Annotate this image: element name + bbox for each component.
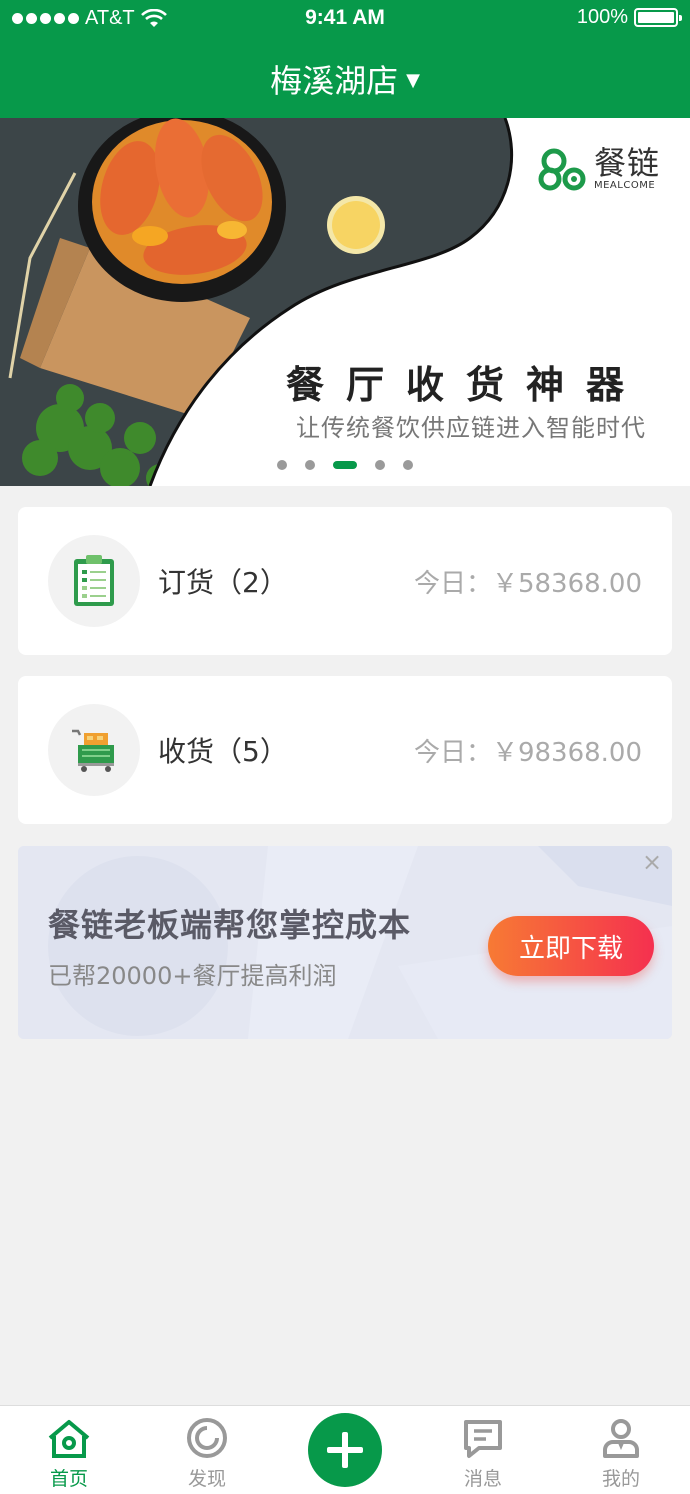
- close-icon[interactable]: ×: [638, 848, 666, 876]
- cart-icon: [72, 729, 114, 772]
- carousel-dot[interactable]: [277, 460, 287, 470]
- order-icon-wrapper: [48, 535, 140, 627]
- banner-carousel[interactable]: 餐链 MEALCOME 餐厅收货神器 让传统餐饮供应链进入智能时代: [0, 118, 690, 486]
- add-button[interactable]: [308, 1413, 382, 1487]
- promo-banner[interactable]: 餐链老板端帮您掌控成本 已帮20000+餐厅提高利润 立即下载 ×: [18, 846, 672, 1039]
- battery-icon: [634, 8, 682, 27]
- mealcome-logo-icon: [538, 148, 586, 190]
- status-right: 100%: [576, 6, 682, 29]
- tab-profile[interactable]: 我的: [552, 1406, 690, 1494]
- message-icon: [464, 1420, 502, 1458]
- receive-card[interactable]: 收货（5） 今日：￥98368.00: [18, 676, 672, 824]
- order-label: 订货（2）: [158, 566, 288, 599]
- receive-icon-wrapper: [48, 704, 140, 796]
- dropdown-arrow-icon: ▼: [406, 70, 420, 91]
- brand-name-cn: 餐链: [593, 144, 660, 182]
- plus-icon: [327, 1432, 363, 1468]
- carousel-dot[interactable]: [403, 460, 413, 470]
- carousel-dot[interactable]: [375, 460, 385, 470]
- store-selector[interactable]: 梅溪湖店 ▼: [0, 56, 690, 102]
- banner-title: 餐厅收货神器: [285, 363, 646, 407]
- tab-messages-label: 消息: [463, 1468, 502, 1490]
- tab-home[interactable]: 首页: [0, 1406, 138, 1494]
- receive-label: 收货（5）: [158, 735, 288, 768]
- tab-messages[interactable]: 消息: [414, 1406, 552, 1494]
- tab-profile-label: 我的: [601, 1468, 640, 1490]
- carousel-dot-active[interactable]: [333, 461, 357, 469]
- promo-title: 餐链老板端帮您掌控成本: [48, 906, 412, 944]
- banner-subtitle: 让传统餐饮供应链进入智能时代: [296, 414, 646, 442]
- tab-discover-label: 发现: [187, 1468, 226, 1490]
- status-bar: AT&T 9:41 AM 100%: [0, 0, 690, 38]
- order-card[interactable]: 订货（2） 今日：￥58368.00: [18, 507, 672, 655]
- battery-percent: 100%: [576, 6, 628, 28]
- brand-name-en: MEALCOME: [593, 180, 656, 191]
- profile-icon: [603, 1419, 639, 1458]
- brand-logo: 餐链 MEALCOME: [538, 146, 660, 191]
- carousel-indicator: [0, 460, 690, 470]
- tab-home-label: 首页: [49, 1468, 88, 1490]
- receive-amount: 今日：￥98368.00: [413, 738, 642, 768]
- download-button[interactable]: 立即下载: [488, 916, 654, 976]
- carousel-dot[interactable]: [305, 460, 315, 470]
- discover-icon: [187, 1418, 227, 1458]
- order-amount: 今日：￥58368.00: [413, 569, 642, 599]
- tab-discover[interactable]: 发现: [138, 1406, 276, 1494]
- home-icon: [48, 1420, 90, 1458]
- clipboard-icon: [74, 555, 114, 606]
- promo-subtitle: 已帮20000+餐厅提高利润: [48, 962, 337, 990]
- store-name: 梅溪湖店: [270, 62, 399, 100]
- header: AT&T 9:41 AM 100% 梅溪湖店 ▼: [0, 0, 690, 118]
